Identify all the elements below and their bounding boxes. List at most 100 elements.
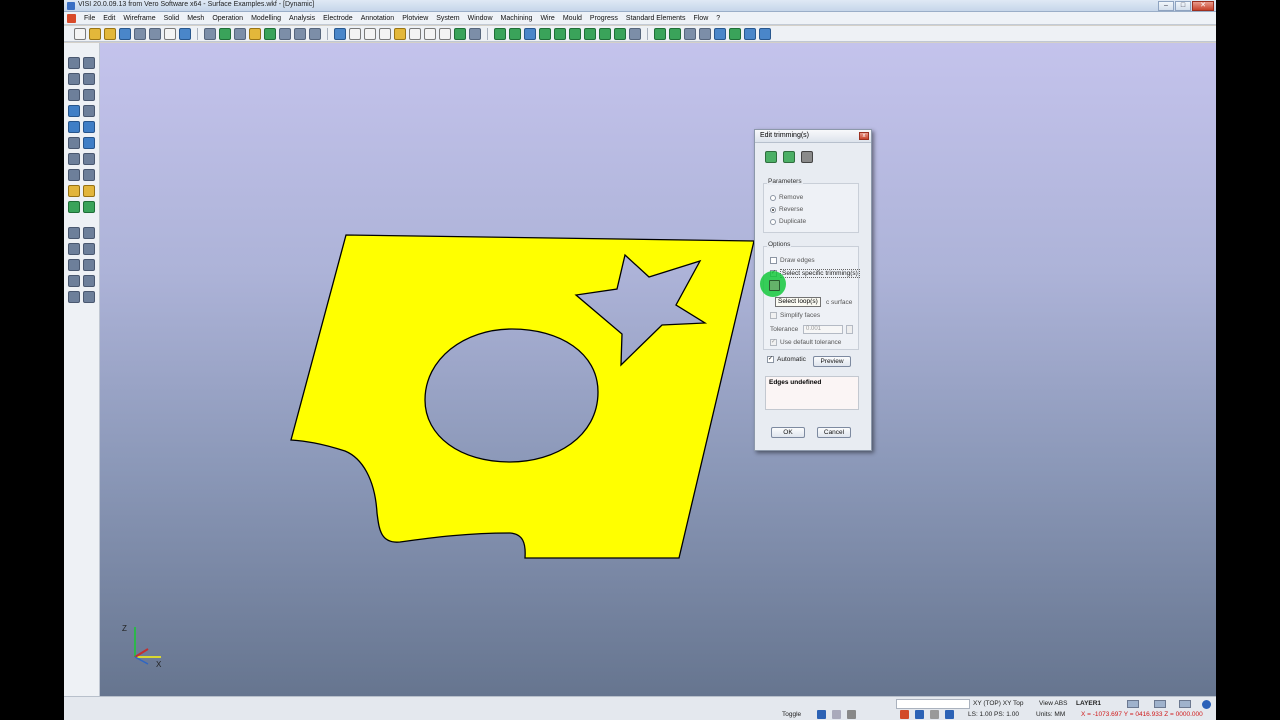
- dialog-title-bar[interactable]: Edit trimming(s) x: [755, 130, 871, 143]
- stitch-icon[interactable]: [68, 185, 80, 197]
- palette-icon[interactable]: [945, 710, 954, 719]
- cube-section-icon[interactable]: [584, 27, 596, 40]
- print-icon[interactable]: [149, 27, 161, 40]
- command-search-input[interactable]: [896, 699, 970, 709]
- sweep-icon[interactable]: [83, 137, 95, 149]
- close-window-button[interactable]: ✕: [1192, 1, 1214, 11]
- properties-icon[interactable]: [714, 27, 726, 40]
- surface-add-icon[interactable]: [783, 151, 795, 163]
- zoom-all-icon[interactable]: [394, 27, 406, 40]
- view-indicator[interactable]: XY (TOP) XY Top: [973, 699, 1023, 709]
- filter-status-icon[interactable]: [915, 710, 924, 719]
- dynamic-view-icon[interactable]: [309, 27, 321, 40]
- zoom-out-icon[interactable]: [379, 27, 391, 40]
- tolerance-input[interactable]: 0.001: [803, 325, 843, 334]
- yellow-trimmed-surface[interactable]: [290, 234, 755, 559]
- menu-mesh[interactable]: Mesh: [183, 15, 208, 22]
- align-copy-icon[interactable]: [83, 291, 95, 303]
- menu-plotview[interactable]: Plotview: [398, 15, 432, 22]
- preview-button[interactable]: Preview: [813, 356, 851, 367]
- analyze-icon[interactable]: [509, 27, 521, 40]
- menu-window[interactable]: Window: [464, 15, 497, 22]
- menu-electrode[interactable]: Electrode: [319, 15, 357, 22]
- menu-standard-elements[interactable]: Standard Elements: [622, 15, 690, 22]
- join-icon[interactable]: [83, 169, 95, 181]
- render-icon[interactable]: [234, 27, 246, 40]
- duplicate-radio[interactable]: [770, 218, 776, 225]
- trimmed-surface-model[interactable]: [100, 43, 1216, 696]
- point-icon[interactable]: [68, 57, 80, 69]
- grid-icon[interactable]: [832, 710, 841, 719]
- maximize-button[interactable]: □: [1175, 1, 1191, 11]
- dialog-close-button[interactable]: x: [859, 132, 869, 140]
- attributes-icon[interactable]: [669, 27, 681, 40]
- menu-annotation[interactable]: Annotation: [357, 15, 398, 22]
- window-layout-icon[interactable]: [179, 27, 191, 40]
- menu-flow[interactable]: Flow: [689, 15, 712, 22]
- ortho-icon[interactable]: [847, 710, 856, 719]
- zoom-window-icon[interactable]: [349, 27, 361, 40]
- globe-icon[interactable]: [1202, 700, 1211, 709]
- layout-toggle-1-icon[interactable]: [1127, 700, 1139, 708]
- axis-icon[interactable]: [629, 27, 641, 40]
- simplify-faces-option[interactable]: Simplify faces: [770, 312, 820, 319]
- use-default-tolerance-option[interactable]: ✓ Use default tolerance: [770, 339, 841, 346]
- measure-icon[interactable]: [494, 27, 506, 40]
- reverse-option[interactable]: Reverse: [770, 206, 803, 213]
- layer-icon[interactable]: [654, 27, 666, 40]
- layer-indicator[interactable]: LAYER1: [1076, 699, 1101, 709]
- automatic-checkbox[interactable]: ✓: [767, 356, 774, 363]
- menu-edit[interactable]: Edit: [99, 15, 119, 22]
- record-icon[interactable]: [900, 710, 909, 719]
- rotate-copy-icon[interactable]: [83, 259, 95, 271]
- move-icon[interactable]: [68, 243, 80, 255]
- view-front-icon[interactable]: [439, 27, 451, 40]
- arrow-right-icon[interactable]: [83, 201, 95, 213]
- new-file-icon[interactable]: [74, 27, 86, 40]
- shade-icon[interactable]: [219, 27, 231, 40]
- draft-analysis-icon[interactable]: [524, 27, 536, 40]
- menu-machining[interactable]: Machining: [497, 15, 537, 22]
- view-iso-icon[interactable]: [454, 27, 466, 40]
- menu-wire[interactable]: Wire: [536, 15, 558, 22]
- menu-mould[interactable]: Mould: [559, 15, 586, 22]
- reverse-radio[interactable]: [770, 206, 776, 213]
- select-loops-button[interactable]: [769, 280, 780, 291]
- cancel-button[interactable]: Cancel: [817, 427, 851, 438]
- toggle-label[interactable]: Toggle: [782, 710, 801, 720]
- menu-wireframe[interactable]: Wireframe: [119, 15, 159, 22]
- remove-radio[interactable]: [770, 194, 776, 201]
- save-icon[interactable]: [119, 27, 131, 40]
- cube-shaded-icon[interactable]: [569, 27, 581, 40]
- cube-explode-icon[interactable]: [599, 27, 611, 40]
- menu-system[interactable]: System: [432, 15, 463, 22]
- align-icon[interactable]: [68, 291, 80, 303]
- menu-solid[interactable]: Solid: [160, 15, 184, 22]
- select-icon[interactable]: [204, 27, 216, 40]
- layout-toggle-2-icon[interactable]: [1154, 700, 1166, 708]
- draw-edges-checkbox[interactable]: [770, 257, 777, 264]
- triangle-icon[interactable]: [83, 227, 95, 239]
- trim-icon[interactable]: [68, 153, 80, 165]
- ok-button[interactable]: OK: [771, 427, 805, 438]
- scale-icon[interactable]: [68, 275, 80, 287]
- surface-select-icon[interactable]: [765, 151, 777, 163]
- line-icon[interactable]: [83, 57, 95, 69]
- menu-help[interactable]: ?: [712, 15, 724, 22]
- cube-filled-icon[interactable]: [614, 27, 626, 40]
- menu-file[interactable]: File: [80, 15, 99, 22]
- pan-icon[interactable]: [409, 27, 421, 40]
- loft-icon[interactable]: [68, 137, 80, 149]
- mirror-icon[interactable]: [68, 227, 80, 239]
- automatic-option[interactable]: ✓ Automatic: [767, 356, 806, 363]
- menu-operation[interactable]: Operation: [208, 15, 247, 22]
- offset-icon[interactable]: [68, 105, 80, 117]
- filter-icon[interactable]: [729, 27, 741, 40]
- graphics-viewport[interactable]: Z X Edit trimming(s) x Parameters Remove: [100, 43, 1216, 696]
- draw-edges-option[interactable]: Draw edges: [770, 257, 815, 264]
- polyline-icon[interactable]: [83, 73, 95, 85]
- open-file-icon[interactable]: [89, 27, 101, 40]
- rotate-icon[interactable]: [68, 259, 80, 271]
- snap-icon[interactable]: [817, 710, 826, 719]
- spline-icon[interactable]: [68, 89, 80, 101]
